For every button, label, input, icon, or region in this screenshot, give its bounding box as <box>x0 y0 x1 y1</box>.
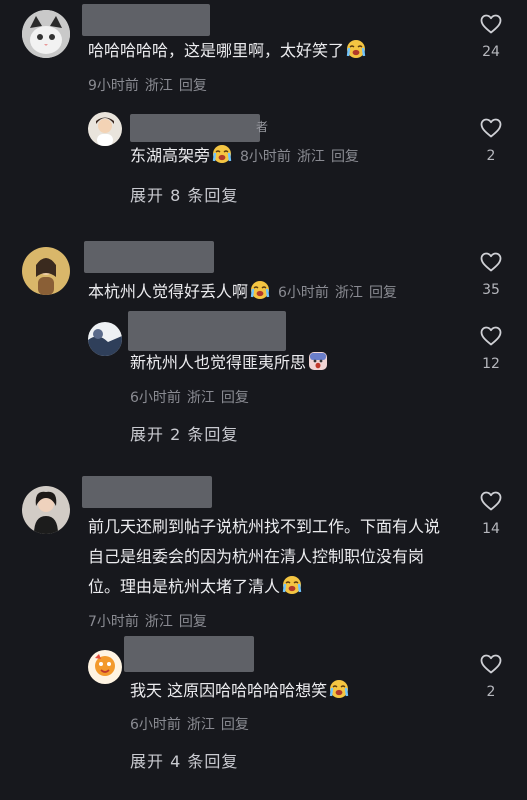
reply-text: 新杭州人也觉得匪夷所思 <box>130 348 328 378</box>
heart-icon <box>479 652 503 676</box>
author-tag: 者 <box>256 120 269 134</box>
avatar[interactable] <box>88 112 122 146</box>
comment-text: 前几天还刷到帖子说杭州找不到工作。下面有人说自己是组委会的因为杭州在清人控制职位… <box>88 517 441 596</box>
timestamp: 6小时前 <box>278 285 329 301</box>
comment-text: 哈哈哈哈哈，这是哪里啊，太好笑了 <box>88 36 366 66</box>
like-count: 2 <box>486 148 496 164</box>
timestamp: 6小时前 <box>130 717 181 733</box>
comment-text: 本杭州人觉得好丢人啊 6小时前 浙江 回复 <box>88 280 397 301</box>
heart-icon <box>479 489 503 513</box>
like-button[interactable]: 35 <box>471 250 511 298</box>
avatar[interactable] <box>22 10 70 58</box>
location: 浙江 <box>334 285 363 301</box>
avatar[interactable] <box>22 247 70 295</box>
comment-meta: 7小时前 浙江 回复 <box>88 611 213 631</box>
reply-meta: 6小时前 浙江 回复 <box>130 387 255 407</box>
location: 浙江 <box>186 390 215 406</box>
location: 浙江 <box>296 149 325 165</box>
like-count: 24 <box>482 44 500 60</box>
heart-icon <box>479 324 503 348</box>
crying-emoji-icon <box>282 575 302 595</box>
reply-button[interactable]: 回复 <box>221 390 249 406</box>
crying-emoji-icon <box>212 144 232 164</box>
shocked-emoji-icon <box>308 351 328 371</box>
reply-text: 东湖高架旁 8小时前 浙江 回复 <box>130 144 359 165</box>
timestamp: 8小时前 <box>240 149 291 165</box>
username-redacted[interactable] <box>130 114 260 142</box>
heart-icon <box>479 250 503 274</box>
like-button[interactable]: 24 <box>471 12 511 60</box>
like-button[interactable]: 12 <box>471 324 511 372</box>
avatar[interactable] <box>22 486 70 534</box>
like-count: 35 <box>482 282 500 298</box>
location: 浙江 <box>186 717 215 733</box>
like-button[interactable]: 2 <box>471 652 511 700</box>
reply-button[interactable]: 回复 <box>179 614 207 630</box>
location: 浙江 <box>144 78 173 94</box>
username-redacted[interactable] <box>82 476 212 508</box>
crying-emoji-icon <box>250 280 270 300</box>
reply-text: 我天 这原因哈哈哈哈哈想笑 <box>130 676 349 706</box>
reply-meta: 6小时前 浙江 回复 <box>130 714 255 734</box>
comment-meta: 9小时前 浙江 回复 <box>88 75 213 95</box>
expand-replies-button[interactable]: 展开 8 条回复 <box>130 182 238 206</box>
like-count: 2 <box>486 684 496 700</box>
username-redacted[interactable] <box>84 241 214 273</box>
username-redacted[interactable] <box>82 4 210 36</box>
heart-icon <box>479 116 503 140</box>
crying-emoji-icon <box>346 39 366 59</box>
like-count: 12 <box>482 356 500 372</box>
heart-icon <box>479 12 503 36</box>
like-button[interactable]: 14 <box>471 489 511 537</box>
timestamp: 9小时前 <box>88 78 139 94</box>
location: 浙江 <box>144 614 173 630</box>
reply-button[interactable]: 回复 <box>331 149 359 165</box>
expand-replies-button[interactable]: 展开 2 条回复 <box>130 421 238 445</box>
avatar[interactable] <box>88 322 122 356</box>
username-redacted[interactable] <box>128 311 286 351</box>
like-button[interactable]: 2 <box>471 116 511 164</box>
reply-button[interactable]: 回复 <box>221 717 249 733</box>
expand-replies-button[interactable]: 展开 4 条回复 <box>130 748 238 772</box>
reply-button[interactable]: 回复 <box>179 78 207 94</box>
username-redacted[interactable] <box>124 636 254 672</box>
avatar[interactable] <box>88 650 122 684</box>
timestamp: 6小时前 <box>130 390 181 406</box>
timestamp: 7小时前 <box>88 614 139 630</box>
reply-button[interactable]: 回复 <box>369 285 397 301</box>
crying-emoji-icon <box>329 679 349 699</box>
like-count: 14 <box>482 521 500 537</box>
